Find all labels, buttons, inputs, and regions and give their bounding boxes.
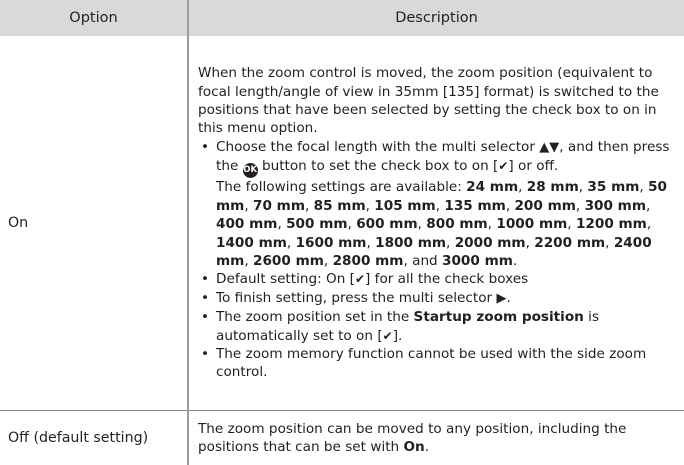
focal-length-setting: 2200 mm [534, 235, 605, 251]
list-item-startup-zoom: The zoom position set in the Startup zoo… [198, 308, 678, 345]
right-arrow-icon: ▶ [496, 291, 506, 306]
list-item-choose-focal-length: Choose the focal length with the multi s… [198, 138, 678, 270]
ok-button-icon: OK [243, 163, 258, 178]
description-cell-on: When the zoom control is moved, the zoom… [188, 36, 684, 411]
focal-length-setting: 28 mm [527, 179, 579, 195]
focal-length-setting: 1800 mm [375, 235, 446, 251]
header-row: Option Description [0, 0, 684, 36]
focal-length-setting: 600 mm [356, 216, 417, 232]
focal-length-setting: 135 mm [444, 198, 505, 214]
focal-length-setting: 400 mm [216, 216, 277, 232]
focal-length-setting: 2000 mm [455, 235, 526, 251]
focal-length-setting: 800 mm [426, 216, 487, 232]
focal-length-setting: 35 mm [587, 179, 639, 195]
on-term: On [404, 439, 425, 455]
on-bullet-list: Choose the focal length with the multi s… [198, 138, 678, 382]
focal-length-setting: 70 mm [253, 198, 305, 214]
focal-length-setting: 24 mm [466, 179, 518, 195]
focal-length-setting: 1200 mm [576, 216, 647, 232]
description-header: Description [188, 0, 684, 36]
up-down-arrows-icon: ▲▼ [539, 140, 559, 155]
focal-length-setting: 3000 mm [442, 253, 513, 269]
option-header: Option [0, 0, 188, 36]
focal-length-setting: 500 mm [286, 216, 347, 232]
options-table: Option Description On When the zoom cont… [0, 0, 684, 465]
description-cell-off: The zoom position can be moved to any po… [188, 411, 684, 465]
list-item-zoom-memory: The zoom memory function cannot be used … [198, 345, 678, 382]
list-item-finish-setting: To finish setting, press the multi selec… [198, 289, 678, 308]
focal-length-setting: 1000 mm [496, 216, 567, 232]
focal-length-setting: 2600 mm [253, 253, 324, 269]
focal-length-setting: 300 mm [585, 198, 646, 214]
focal-length-setting: 200 mm [514, 198, 575, 214]
focal-length-setting: 2800 mm [333, 253, 404, 269]
table-row-off: Off (default setting) The zoom position … [0, 411, 684, 465]
checkmark-icon: ✔ [383, 329, 393, 343]
focal-length-setting: 105 mm [374, 198, 435, 214]
option-cell-off: Off (default setting) [0, 411, 188, 465]
focal-length-setting: 1400 mm [216, 235, 287, 251]
table-row-on: On When the zoom control is moved, the z… [0, 36, 684, 411]
list-item-default-setting: Default setting: On [✔] for all the chec… [198, 270, 678, 288]
on-intro-text: When the zoom control is moved, the zoom… [198, 64, 678, 138]
startup-zoom-position-term: Startup zoom position [414, 309, 584, 325]
focal-length-setting: 85 mm [314, 198, 366, 214]
option-cell-on: On [0, 36, 188, 411]
focal-length-setting: 1600 mm [296, 235, 367, 251]
checkmark-icon: ✔ [355, 272, 365, 286]
checkmark-icon: ✔ [498, 159, 508, 173]
